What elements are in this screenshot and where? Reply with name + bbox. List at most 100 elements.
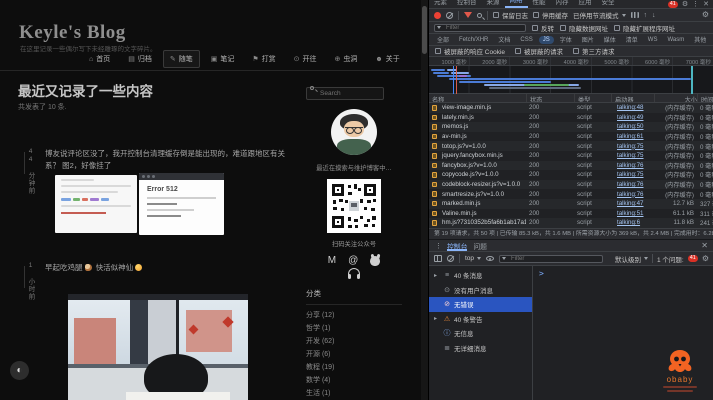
github-icon[interactable]: [370, 256, 380, 266]
console-filter-item[interactable]: ▸ 没有用户消息: [429, 283, 532, 298]
post2-photo[interactable]: [68, 294, 248, 400]
request-type-pill[interactable]: 其他: [690, 34, 710, 45]
invert-checkbox[interactable]: 反转: [532, 23, 554, 33]
initiator-link[interactable]: talking:75: [614, 152, 644, 159]
nav-item[interactable]: ▤ 归档: [121, 50, 159, 68]
hide-data-urls-checkbox[interactable]: 隐藏数据网址: [560, 23, 608, 33]
category-item[interactable]: 教程 (19): [306, 361, 402, 374]
import-har-icon[interactable]: ↑: [644, 12, 648, 19]
nav-item[interactable]: ✎ 随笔: [163, 50, 200, 68]
request-type-pill[interactable]: Fetch/XHR: [455, 36, 492, 44]
category-item[interactable]: 哲学 (1): [306, 322, 402, 335]
devtools-tab[interactable]: 网络: [505, 0, 528, 8]
request-type-pill[interactable]: 字体: [556, 34, 576, 45]
category-item[interactable]: 开发 (62): [306, 335, 402, 348]
issues-label[interactable]: 1 个问题:: [657, 254, 684, 264]
initiator-link[interactable]: talking:75: [614, 143, 644, 150]
live-expression-icon[interactable]: [486, 256, 494, 261]
console-sidebar-toggle-icon[interactable]: [434, 255, 442, 262]
console-filter-item[interactable]: ▸ 无详细消息: [429, 341, 532, 356]
devtools-more-icon[interactable]: ⋮: [692, 1, 699, 8]
col-type[interactable]: 类型: [574, 94, 611, 102]
devtools-tab[interactable]: 内存: [551, 0, 574, 8]
nav-item[interactable]: ⌂ 首页: [82, 50, 117, 68]
network-request-row[interactable]: Valine.min.js 200 script talking:51 61.1…: [429, 209, 713, 219]
network-request-row[interactable]: copycode.js?v=1.0.0 200 script talking:7…: [429, 170, 713, 180]
request-type-pill[interactable]: 媒体: [600, 34, 620, 45]
devtools-tab[interactable]: 元素: [429, 0, 452, 8]
nav-item[interactable]: ⊙ 开往: [287, 50, 324, 68]
console-filter-item[interactable]: ▸ 无信息: [429, 326, 532, 341]
headphones-icon[interactable]: [348, 268, 360, 276]
initiator-link[interactable]: talking:51: [614, 210, 644, 217]
disable-cache-checkbox[interactable]: 停用缓存: [533, 10, 568, 20]
drawer-menu-icon[interactable]: ⋮: [435, 242, 441, 250]
initiator-link[interactable]: talking:47: [614, 200, 644, 207]
initiator-link[interactable]: talking:76: [614, 162, 644, 169]
devtools-tab[interactable]: 来源: [482, 0, 505, 8]
devtools-settings-icon[interactable]: ⚙: [682, 1, 688, 8]
blocked-cookies-checkbox[interactable]: 被屏蔽的响应 Cookie: [435, 46, 505, 56]
nav-item[interactable]: ▣ 笔记: [204, 50, 242, 68]
request-type-pill[interactable]: 文档: [494, 34, 514, 45]
initiator-link[interactable]: talking:6: [614, 219, 640, 226]
post1-image-comments-screenshot[interactable]: [55, 175, 137, 233]
network-conditions-icon[interactable]: [631, 12, 639, 18]
scrollbar-thumb[interactable]: [422, 6, 427, 54]
initiator-link[interactable]: talking:75: [614, 171, 644, 178]
record-icon[interactable]: [434, 12, 441, 19]
network-request-row[interactable]: totop.js?v=1.0.0 200 script talking:75 (…: [429, 141, 713, 151]
category-item[interactable]: 开源 (6): [306, 348, 402, 361]
initiator-link[interactable]: talking:61: [614, 133, 644, 140]
network-request-row[interactable]: view-image.min.js 200 script talking:48 …: [429, 103, 713, 113]
devtools-tab[interactable]: 安全: [597, 0, 620, 8]
devtools-tab[interactable]: 性能: [528, 0, 551, 8]
network-settings-icon[interactable]: ⚙: [702, 11, 709, 19]
email-link[interactable]: @: [348, 255, 358, 266]
console-filter-item[interactable]: ▸ 40 条消息: [429, 268, 532, 283]
blocked-requests-checkbox[interactable]: 被屏蔽的请求: [515, 46, 563, 56]
col-time[interactable]: 时间: [697, 94, 713, 102]
initiator-link[interactable]: talking:50: [614, 123, 644, 130]
drawer-close-icon[interactable]: ✕: [701, 241, 708, 250]
category-item[interactable]: 数学 (4): [306, 374, 402, 387]
console-filter-item[interactable]: ▸ 40 条警告: [429, 312, 532, 327]
network-request-row[interactable]: smartresize.js?v=1.0.0 200 script talkin…: [429, 189, 713, 199]
request-type-pill[interactable]: 全部: [433, 34, 453, 45]
expand-arrow-icon[interactable]: ▸: [434, 272, 440, 279]
col-initiator[interactable]: 启动器: [611, 94, 654, 102]
initiator-link[interactable]: talking:76: [614, 181, 644, 188]
request-type-pill[interactable]: CSS: [516, 36, 536, 44]
network-request-row[interactable]: lately.min.js 200 script talking:49 (内存缓…: [429, 113, 713, 123]
nav-item[interactable]: ☻ 关于: [368, 50, 406, 68]
expand-arrow-icon[interactable]: ▸: [434, 315, 440, 322]
preserve-log-checkbox[interactable]: 保留日志: [493, 10, 528, 20]
network-request-row[interactable]: marked.min.js 200 script talking:47 12.7…: [429, 199, 713, 209]
post1-image-error-512[interactable]: Error 512: [139, 173, 224, 235]
third-party-checkbox[interactable]: 第三方请求: [573, 46, 615, 56]
hide-extension-urls-checkbox[interactable]: 隐藏扩展程序网址: [614, 23, 675, 33]
request-type-pill[interactable]: 图片: [578, 34, 598, 45]
console-filter-input[interactable]: [499, 255, 603, 263]
blog-scrollbar[interactable]: [421, 0, 428, 400]
console-clear-icon[interactable]: [447, 255, 454, 262]
col-status[interactable]: 状态: [526, 94, 574, 102]
network-request-row[interactable]: codeblock-resizer.js?v=1.0.0 200 script …: [429, 180, 713, 190]
request-type-pill[interactable]: 清单: [622, 34, 642, 45]
clear-icon[interactable]: [446, 12, 453, 19]
console-output[interactable]: > obaby: [533, 266, 713, 400]
console-settings-icon[interactable]: ⚙: [702, 255, 709, 263]
category-item[interactable]: 分享 (12): [306, 309, 402, 322]
devtools-tab[interactable]: 控制台: [452, 0, 482, 8]
devtools-close-icon[interactable]: ✕: [703, 1, 709, 8]
initiator-link[interactable]: talking:49: [614, 114, 644, 121]
network-filter-input[interactable]: [434, 24, 526, 32]
network-request-row[interactable]: fancybox.js?v=1.0.0 200 script talking:7…: [429, 161, 713, 171]
request-type-pill[interactable]: JS: [539, 36, 554, 44]
devtools-tab[interactable]: 应用: [574, 0, 597, 8]
log-levels-select[interactable]: 默认级别: [615, 254, 648, 264]
network-request-row[interactable]: hm.js?7310352b5fa6b1ab17a1877... 200 scr…: [429, 218, 713, 228]
theme-toggle-button[interactable]: ◐: [10, 361, 29, 380]
initiator-link[interactable]: talking:76: [614, 191, 644, 198]
request-type-pill[interactable]: Wasm: [663, 36, 688, 44]
